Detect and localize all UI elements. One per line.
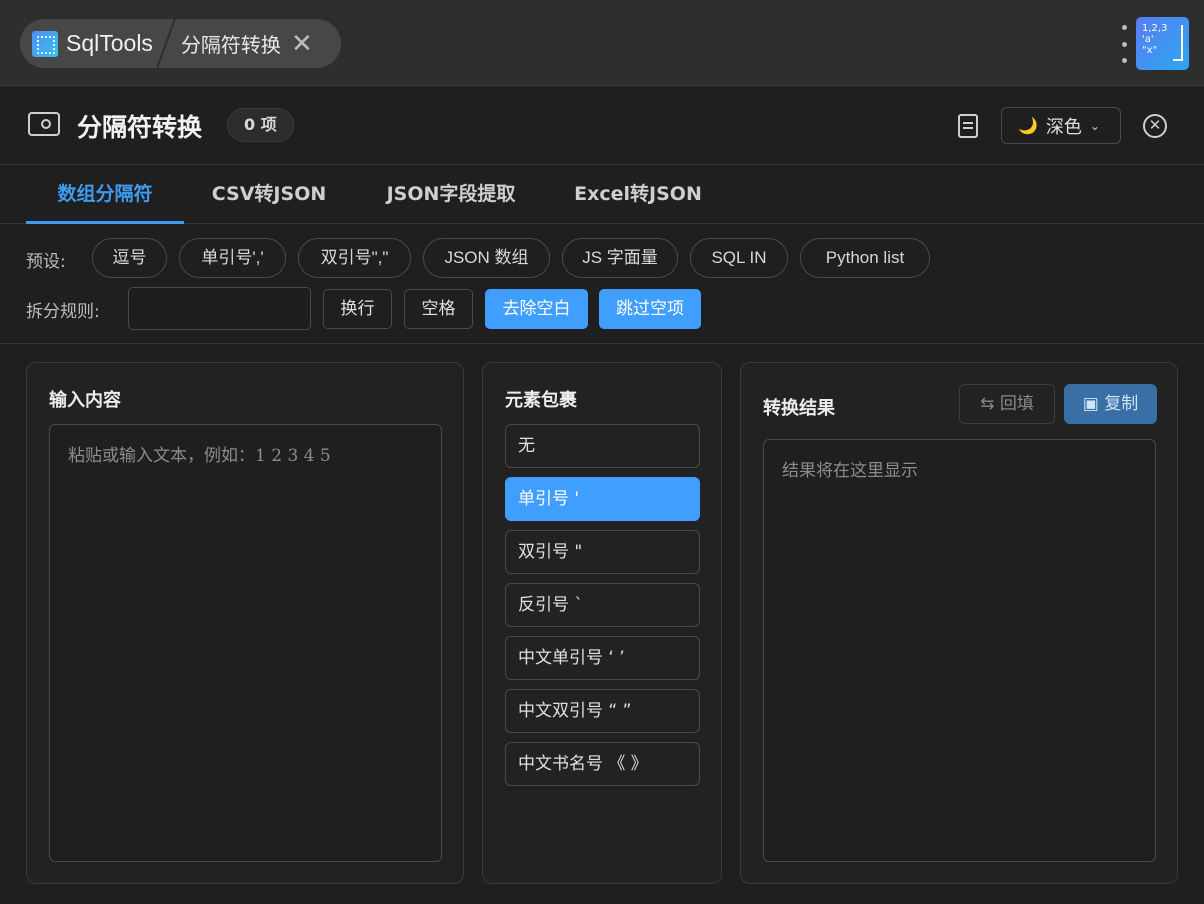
- tab-json-field-extract[interactable]: JSON字段提取: [368, 166, 534, 224]
- logo-arrow: [1173, 25, 1183, 61]
- wrap-option-cn-single-quote[interactable]: 中文单引号 ‘ ’: [505, 636, 700, 680]
- tab-bar: 数组分隔符 CSV转JSON JSON字段提取 Excel转JSON: [0, 166, 1204, 224]
- theme-select[interactable]: 🌙 深色 ⌄: [1001, 107, 1121, 144]
- preset-js-literal[interactable]: JS 字面量: [562, 238, 678, 278]
- title-bar: SqlTools 分隔符转换 ✕ 1,2,3 'a' "x": [0, 0, 1204, 86]
- refill-label: 回填: [999, 394, 1034, 414]
- tab-csv-to-json[interactable]: CSV转JSON: [196, 166, 342, 224]
- wrap-option-backtick[interactable]: 反引号 `: [505, 583, 700, 627]
- current-tab-label[interactable]: 分隔符转换: [181, 29, 281, 58]
- refill-button[interactable]: ⇆ 回填: [959, 384, 1055, 424]
- moon-icon: 🌙: [1018, 116, 1038, 135]
- copy-icon: ▣: [1082, 394, 1099, 414]
- divider: [0, 343, 1204, 344]
- trim-whitespace-toggle[interactable]: 去除空白: [485, 289, 588, 329]
- more-menu-icon[interactable]: [1119, 25, 1129, 63]
- presets-label: 预设:: [26, 252, 66, 272]
- preset-single-quote[interactable]: 单引号',': [179, 238, 286, 278]
- wrap-option-none[interactable]: 无: [505, 424, 700, 468]
- preset-python-list[interactable]: Python list: [800, 238, 930, 278]
- app-name[interactable]: SqlTools: [66, 30, 153, 57]
- wrap-card: 元素包裹 无 单引号 ' 双引号 " 反引号 ` 中文单引号 ‘ ’ 中文双引号…: [482, 362, 722, 884]
- copy-label: 复制: [1104, 394, 1139, 414]
- input-card: 输入内容 粘贴或输入文本，例如：1 2 3 4 5: [26, 362, 464, 884]
- result-card: 转换结果 ⇆ 回填 ▣ 复制 结果将在这里显示: [740, 362, 1178, 884]
- swap-icon: ⇆: [980, 394, 995, 414]
- tab-array-delimiter[interactable]: 数组分隔符: [26, 166, 184, 224]
- theme-label: 深色: [1045, 116, 1082, 138]
- chevron-down-icon: ⌄: [1089, 118, 1100, 133]
- item-count-badge: 0 项: [227, 108, 294, 142]
- tool-panel: 分隔符转换 0 项 🌙 深色 ⌄ ✕ 数组分隔符 CSV转JSON JSON字段…: [0, 86, 1204, 904]
- split-rules-label: 拆分规则:: [26, 302, 100, 322]
- breadcrumb-tab[interactable]: SqlTools 分隔符转换 ✕: [20, 19, 341, 68]
- preset-sql-in[interactable]: SQL IN: [690, 238, 788, 278]
- delimiter-tool-logo-icon: 1,2,3 'a' "x": [1136, 17, 1189, 70]
- result-output[interactable]: 结果将在这里显示: [763, 439, 1156, 862]
- close-tab-icon[interactable]: ✕: [291, 31, 313, 57]
- preset-double-quote[interactable]: 双引号",": [298, 238, 411, 278]
- panel-header: 分隔符转换 0 项 🌙 深色 ⌄ ✕: [0, 86, 1204, 165]
- history-doc-icon[interactable]: [958, 114, 978, 138]
- wrap-card-title: 元素包裹: [505, 390, 577, 411]
- page-title: 分隔符转换: [77, 113, 203, 142]
- skip-empty-toggle[interactable]: 跳过空项: [599, 289, 701, 329]
- breadcrumb-separator: [156, 19, 176, 68]
- input-card-title: 输入内容: [49, 390, 121, 411]
- preset-comma[interactable]: 逗号: [92, 238, 167, 278]
- result-card-title: 转换结果: [763, 398, 835, 419]
- tab-excel-to-json[interactable]: Excel转JSON: [560, 166, 716, 224]
- split-space-button[interactable]: 空格: [404, 289, 473, 329]
- wrap-option-cn-book-title[interactable]: 中文书名号 《 》: [505, 742, 700, 786]
- preset-json-array[interactable]: JSON 数组: [423, 238, 550, 278]
- split-newline-button[interactable]: 换行: [323, 289, 392, 329]
- sqltools-logo-icon: [32, 30, 58, 57]
- tool-icon: [28, 112, 60, 136]
- input-textarea[interactable]: 粘贴或输入文本，例如：1 2 3 4 5: [49, 424, 442, 862]
- copy-button[interactable]: ▣ 复制: [1064, 384, 1157, 424]
- wrap-option-double-quote[interactable]: 双引号 ": [505, 530, 700, 574]
- wrap-option-cn-double-quote[interactable]: 中文双引号 “ ”: [505, 689, 700, 733]
- wrap-option-single-quote[interactable]: 单引号 ': [505, 477, 700, 521]
- close-panel-icon[interactable]: ✕: [1143, 114, 1167, 138]
- custom-delimiter-input[interactable]: [128, 287, 311, 330]
